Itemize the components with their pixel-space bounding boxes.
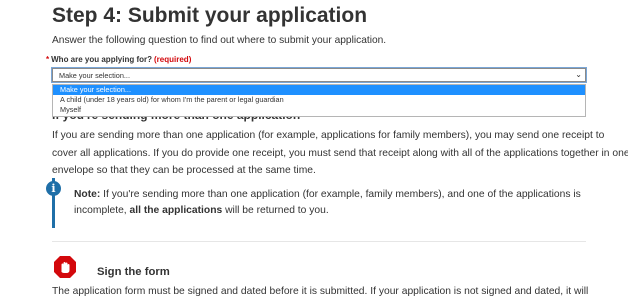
required-text: (required) [154, 55, 192, 64]
sign-form-heading: Sign the form [97, 266, 170, 278]
note-text: Note: If you're sending more than one ap… [74, 187, 594, 219]
note-text-after: will be returned to you. [222, 205, 329, 216]
page-title: Step 4: Submit your application [52, 4, 368, 27]
option-make-selection[interactable]: Make your selection... [53, 85, 585, 95]
option-child[interactable]: A child (under 18 years old) for whom I'… [53, 95, 585, 105]
application-step-page: Step 4: Submit your application Answer t… [0, 0, 628, 304]
select-current-value: Make your selection... [59, 71, 130, 80]
option-myself[interactable]: Myself [53, 105, 585, 115]
section-divider [52, 241, 586, 242]
section-paragraph: If you are sending more than one applica… [52, 130, 628, 176]
sign-form-paragraph: The application form must be signed and … [52, 286, 589, 297]
intro-text: Answer the following question to find ou… [52, 35, 387, 46]
select-dropdown-list: Make your selection... A child (under 18… [52, 84, 586, 117]
note-label: Note: [74, 189, 101, 200]
stop-hand-icon [54, 256, 76, 278]
note-bold-text: all the applications [129, 205, 223, 216]
info-icon: i [46, 181, 61, 196]
chevron-down-icon: ⌄ [575, 70, 582, 79]
question-label-text: Who are you applying for? [51, 55, 153, 64]
applying-for-select[interactable]: Make your selection... ⌄ [52, 68, 586, 82]
question-label: * Who are you applying for? (required) [46, 55, 191, 64]
required-marker: * [46, 55, 50, 64]
